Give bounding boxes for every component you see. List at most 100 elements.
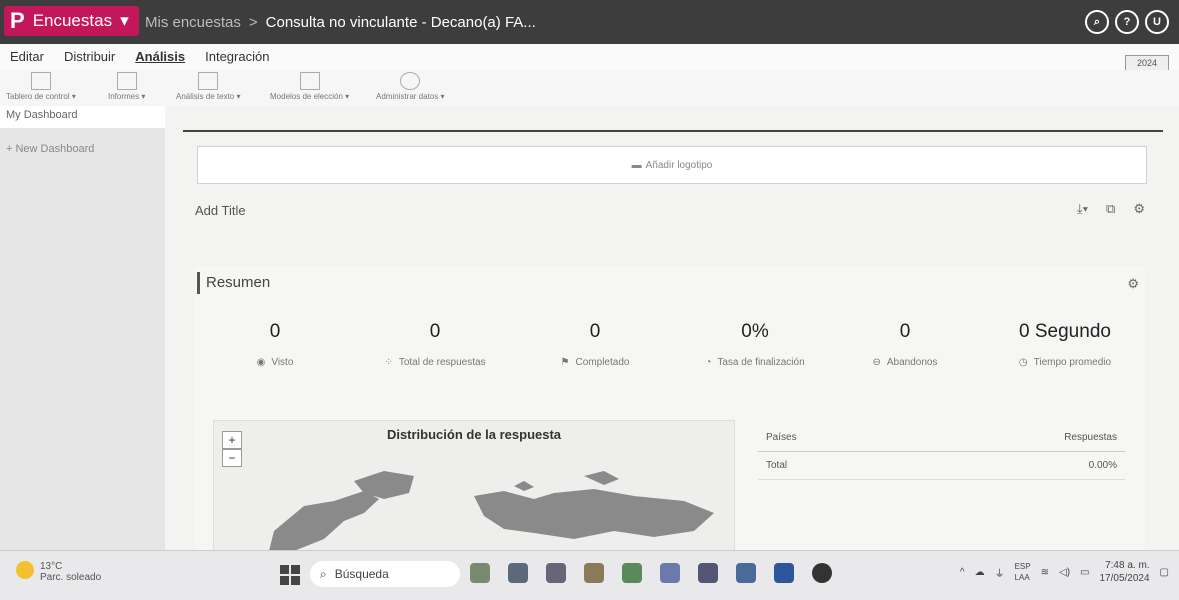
total-label: Total xyxy=(766,460,788,471)
breadcrumb-current: Consulta no vinculante - Decano(a) FA... xyxy=(265,14,536,31)
title-actions: ⤓▾ ⧉ ⚙ xyxy=(1077,201,1145,217)
chevron-down-icon: ▾ xyxy=(120,11,129,30)
metric-completed: 0 ⚑ Completado xyxy=(515,321,675,368)
metric-value: 0% xyxy=(741,321,769,342)
notification-icon[interactable]: ▢ xyxy=(1160,567,1169,578)
metric-value: 0 xyxy=(589,321,601,342)
column-header-countries[interactable]: Países xyxy=(766,432,797,443)
gear-icon[interactable]: ⚙ xyxy=(1133,201,1145,217)
word-icon[interactable] xyxy=(774,563,794,583)
language-indicator[interactable]: ESP LAA xyxy=(1015,561,1031,583)
world-map-shape xyxy=(269,471,714,551)
menu-bar: Editar Distribuir Análisis Integración xyxy=(0,44,1179,70)
windows-start-icon[interactable] xyxy=(280,565,300,585)
total-value: 0.00% xyxy=(1088,460,1117,471)
sidebar-item-my-dashboard[interactable]: My Dashboard xyxy=(0,106,165,128)
metric-viewed: 0 ◉ Visto xyxy=(195,321,355,368)
table-header: Países Respuestas xyxy=(758,424,1125,452)
clock[interactable]: 7:48 a. m. 17/05/2024 xyxy=(1099,559,1149,585)
app-logo-icon: P xyxy=(10,8,25,33)
top-bar: P Encuestas ▾ Mis encuestas > Consulta n… xyxy=(0,0,1179,44)
clock-icon: ◷ xyxy=(1018,357,1028,368)
search-icon[interactable]: ⌕ xyxy=(1085,10,1109,34)
add-logo-button[interactable]: ▬ Añadir logotipo xyxy=(197,146,1147,184)
column-header-responses[interactable]: Respuestas xyxy=(1064,432,1117,443)
flag-icon: ⚑ xyxy=(560,357,570,368)
new-dashboard-link[interactable]: + New Dashboard xyxy=(0,140,165,158)
summary-widget: Resumen ⚙ 0 ◉ Visto 0 ⁘ Total de respuesta… xyxy=(195,266,1145,552)
usb-icon[interactable]: ⏚ xyxy=(995,565,1005,580)
volume-icon[interactable]: ◁) xyxy=(1059,567,1070,578)
dashboard-main: ▬ Añadir logotipo Add Title ⤓▾ ⧉ ⚙ Resum… xyxy=(165,106,1179,552)
metric-label: Total de respuestas xyxy=(398,357,486,368)
metric-average-time: 0 Segundo ◷ Tiempo promedio xyxy=(985,321,1145,368)
widgets-icon[interactable] xyxy=(470,563,490,583)
zoom-icon[interactable] xyxy=(812,563,832,583)
metric-total-responses: 0 ⁘ Total de respuestas xyxy=(355,321,515,368)
mail-icon[interactable] xyxy=(736,563,756,583)
temperature: 13°C xyxy=(40,561,63,572)
breadcrumb-parent[interactable]: Mis encuestas xyxy=(145,14,241,31)
help-icon[interactable]: ? xyxy=(1115,10,1139,34)
table-row: Total 0.00% xyxy=(758,452,1125,480)
progress-icon: ◔ xyxy=(705,357,712,368)
store-icon[interactable] xyxy=(698,563,718,583)
metric-label: Completado xyxy=(575,357,630,368)
app-icon[interactable] xyxy=(508,563,528,583)
text-analysis-icon xyxy=(198,72,219,90)
menu-distribuir[interactable]: Distribuir xyxy=(54,44,125,70)
taskbar: 13°C Parc. soleado ⌕ Búsqueda ^ ☁ ⏚ ESP … xyxy=(0,550,1179,600)
database-icon xyxy=(400,72,421,90)
app-name: Encuestas xyxy=(32,11,113,30)
menu-editar[interactable]: Editar xyxy=(0,44,54,70)
eye-icon: ◉ xyxy=(256,357,266,368)
report-icon xyxy=(116,72,137,90)
sun-icon xyxy=(16,561,34,579)
tool-reports[interactable]: Informes ▾ xyxy=(108,72,145,101)
add-title[interactable]: Add Title xyxy=(195,203,246,218)
metric-value: 0 xyxy=(269,321,281,342)
dashboard-icon xyxy=(30,72,51,90)
metric-value: 0 xyxy=(899,321,911,342)
download-icon[interactable]: ⤓▾ xyxy=(1077,201,1088,217)
tool-text-analysis[interactable]: Análisis de texto ▾ xyxy=(176,72,241,101)
tool-choice-models[interactable]: Modelos de elección ▾ xyxy=(270,72,349,101)
chevron-up-icon[interactable]: ^ xyxy=(960,567,965,578)
cloud-icon[interactable]: ☁ xyxy=(975,567,985,578)
divider xyxy=(183,130,1163,132)
weather-widget[interactable]: 13°C Parc. soleado xyxy=(16,561,101,583)
system-tray: ^ ☁ ⏚ ESP LAA ≋ ◁) ▭ 7:48 a. m. 17/05/20… xyxy=(960,559,1169,585)
search-icon: ⌕ xyxy=(320,566,327,581)
menu-integracion[interactable]: Integración xyxy=(195,44,279,70)
dashboard-sidebar: My Dashboard + New Dashboard xyxy=(0,106,166,550)
browser-icon[interactable] xyxy=(622,563,642,583)
app-switcher[interactable]: P Encuestas ▾ xyxy=(4,6,139,36)
response-map[interactable]: Distribución de la respuesta + − xyxy=(213,420,735,552)
add-logo-label: Añadir logotipo xyxy=(645,159,713,171)
user-icon[interactable]: U xyxy=(1145,10,1169,34)
account-button[interactable]: 2024 xyxy=(1125,55,1169,71)
taskbar-search[interactable]: ⌕ Búsqueda xyxy=(310,561,460,587)
country-table: Países Respuestas Total 0.00% xyxy=(758,424,1125,480)
battery-icon[interactable]: ▭ xyxy=(1080,567,1089,578)
breadcrumb: Mis encuestas > Consulta no vinculante -… xyxy=(145,14,536,31)
menu-analisis[interactable]: Análisis xyxy=(125,44,195,70)
metric-label: Abandonos xyxy=(886,357,938,368)
file-explorer-icon[interactable] xyxy=(584,563,604,583)
metric-label: Tiempo promedio xyxy=(1033,357,1112,368)
choice-model-icon xyxy=(299,72,320,90)
breadcrumb-separator: > xyxy=(248,14,258,31)
search-label: Búsqueda xyxy=(334,567,389,581)
gear-icon[interactable]: ⚙ xyxy=(1127,276,1139,292)
app-icon[interactable] xyxy=(546,563,566,583)
copy-icon[interactable]: ⧉ xyxy=(1106,201,1115,217)
metric-value: 0 Segundo xyxy=(1019,321,1111,342)
tool-manage-data[interactable]: Administrar datos ▾ xyxy=(376,72,445,101)
tool-dashboard[interactable]: Tablero de control ▾ xyxy=(6,72,76,101)
grid-icon: ⁘ xyxy=(384,357,393,368)
chrome-icon[interactable] xyxy=(660,563,680,583)
summary-title: Resumen xyxy=(197,272,270,294)
wifi-icon[interactable]: ≋ xyxy=(1041,567,1049,578)
taskbar-apps xyxy=(470,563,832,583)
metric-dropouts: 0 ⊖ Abandonos xyxy=(825,321,985,368)
